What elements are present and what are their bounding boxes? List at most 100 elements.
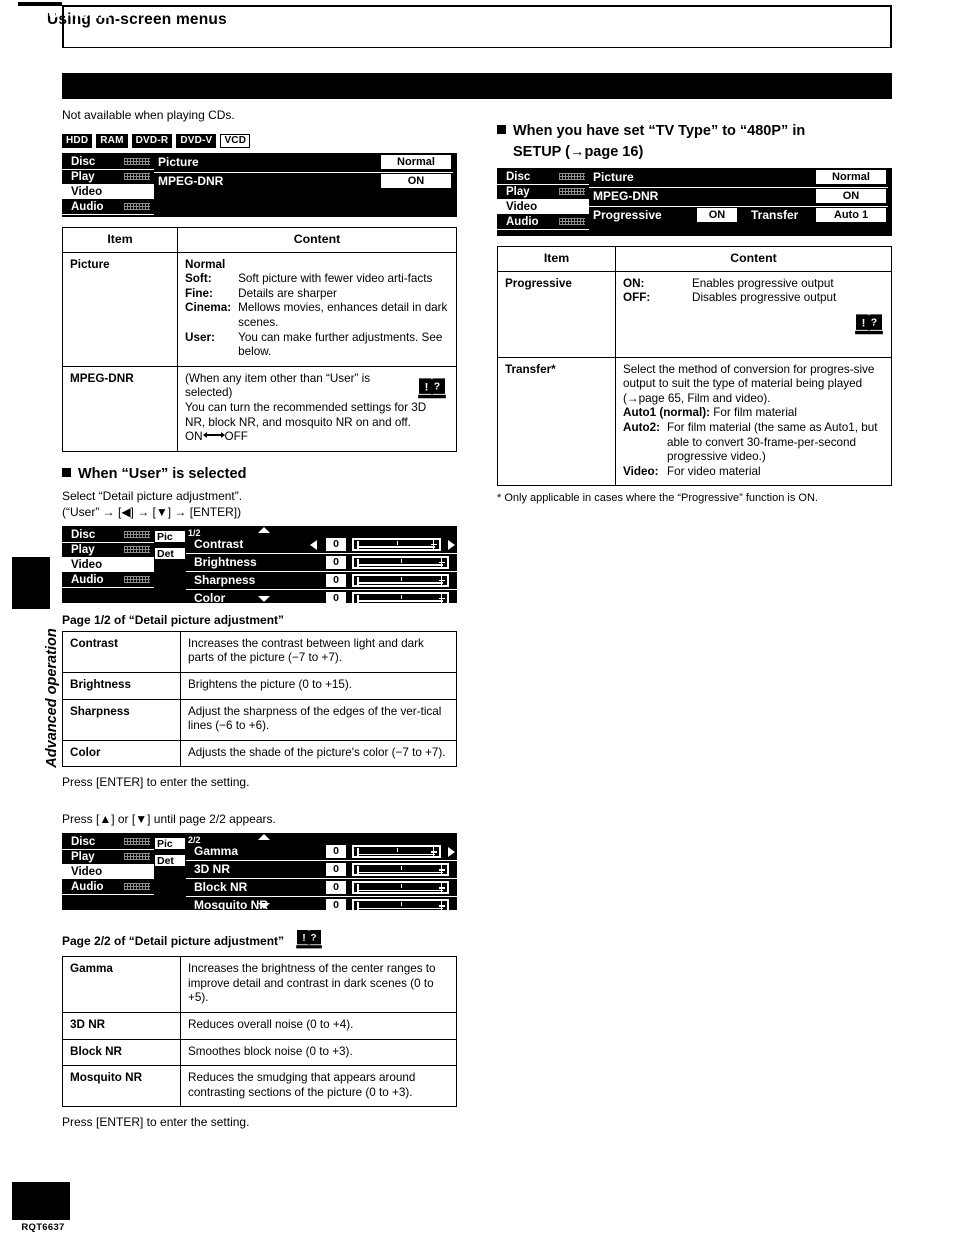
- svg-text:!: !: [862, 317, 866, 329]
- osd-mini-tab-picture[interactable]: Pic: [154, 529, 186, 543]
- option-off-term: OFF:: [623, 291, 651, 305]
- osd-tab-list: Disc Play Video Audio: [497, 168, 589, 230]
- osd-row-mpegdnr[interactable]: MPEG-DNR ON: [589, 189, 888, 207]
- option-auto1-term: Auto1 (normal):: [623, 406, 710, 420]
- transfer-intro: Select the method of conversion for prog…: [623, 362, 875, 405]
- osd-tab-disc[interactable]: Disc: [62, 835, 154, 851]
- option-video: Video: For video material: [623, 465, 884, 480]
- slider-track-brightness[interactable]: [352, 555, 449, 569]
- osd-tab-video[interactable]: Video: [62, 557, 154, 573]
- slider-row-color[interactable]: Color 0: [186, 591, 457, 607]
- osd-tab-audio[interactable]: Audio: [497, 215, 589, 230]
- osd-row-picture-value[interactable]: Normal: [381, 155, 451, 169]
- osd-tab-disc-label: Disc: [71, 836, 96, 849]
- square-bullet-icon: [62, 467, 71, 477]
- slider-track-gamma[interactable]: [352, 845, 441, 859]
- slider-label-3dnr: 3D NR: [194, 862, 231, 877]
- option-user-term: User:: [185, 330, 215, 344]
- osd-settings-list: Picture Normal MPEG-DNR ON: [154, 153, 457, 194]
- mpegdnr-toggle-on: ON: [185, 430, 203, 444]
- osd-tab-disc-label: Disc: [71, 156, 96, 168]
- osd-tab-disc[interactable]: Disc: [497, 170, 589, 185]
- osd-tab-audio[interactable]: Audio: [62, 880, 154, 896]
- slider-track-color[interactable]: [352, 591, 449, 605]
- increase-arrow-icon[interactable]: [448, 847, 455, 858]
- slider-label-brightness: Brightness: [194, 554, 257, 569]
- decrease-arrow-icon[interactable]: [310, 539, 317, 550]
- option-fine-desc: Details are sharper: [238, 286, 337, 300]
- osd-noise-speck: [559, 188, 585, 195]
- osd-tab-play[interactable]: Play: [62, 850, 154, 866]
- osd-tab-audio[interactable]: Audio: [62, 200, 154, 215]
- slider-row-brightness[interactable]: Brightness 0: [186, 555, 457, 572]
- osd-tab-play[interactable]: Play: [62, 170, 154, 185]
- option-soft-desc: Soft picture with fewer video arti-facts: [238, 272, 433, 286]
- slider-track-blocknr[interactable]: [352, 881, 449, 895]
- option-user: User: You can make further adjustments. …: [185, 331, 449, 360]
- slider-value-contrast: 0: [326, 537, 346, 551]
- row-item-progressive: Progressive: [497, 270, 616, 358]
- slider-row-mosquitonr[interactable]: Mosquito NR 0: [186, 898, 457, 914]
- osd-row-picture-value[interactable]: Normal: [816, 170, 886, 184]
- osd-row-progressive-value[interactable]: ON: [697, 208, 737, 222]
- option-fine-term: Fine:: [185, 286, 213, 300]
- osd-row-picture[interactable]: Picture Normal: [589, 170, 888, 188]
- osd-tab-video-label: Video: [71, 866, 103, 879]
- osd-row-mpegdnr-value[interactable]: ON: [816, 189, 886, 203]
- slider-row-sharpness[interactable]: Sharpness 0: [186, 573, 457, 590]
- osd-tab-video[interactable]: Video: [62, 185, 154, 200]
- scroll-up-arrow-icon[interactable]: [258, 526, 270, 533]
- slider-track-3dnr[interactable]: [352, 863, 449, 877]
- osd-row-transfer-label: Transfer: [751, 208, 799, 222]
- svg-text:!: !: [303, 933, 306, 944]
- square-bullet-icon: [497, 125, 506, 134]
- increase-arrow-icon[interactable]: [448, 539, 455, 550]
- osd-tab-disc[interactable]: Disc: [62, 528, 154, 543]
- osd-tab-play[interactable]: Play: [62, 543, 154, 558]
- osd-noise-speck: [124, 853, 150, 861]
- osd-tab-play[interactable]: Play: [497, 185, 589, 200]
- left-column: Not available when playing CDs. HDD RAM DV…: [62, 108, 457, 1136]
- slider-label-color: Color: [194, 590, 226, 605]
- table-row: Color Adjusts the shade of the picture's…: [62, 739, 457, 768]
- osd-mini-tab-detail[interactable]: Det: [154, 546, 186, 560]
- osd-row-mpegdnr[interactable]: MPEG-DNR ON: [154, 174, 453, 191]
- row-content-transfer: Select the method of conversion for prog…: [615, 356, 892, 487]
- table-row: Gamma Increases the brightness of the ce…: [62, 956, 457, 1014]
- page-number: 52: [17, 8, 41, 30]
- table-header-row: Item Content: [62, 227, 457, 253]
- slider-track-sharpness[interactable]: [352, 573, 449, 587]
- osd-tab-disc-label: Disc: [506, 171, 531, 183]
- slider-row-blocknr[interactable]: Block NR 0: [186, 880, 457, 898]
- row-desc-3dnr: Reduces overall noise (0 to +4).: [180, 1012, 457, 1040]
- osd-row-transfer-value[interactable]: Auto 1: [816, 208, 886, 222]
- option-auto2: Auto2: For film material (the same as Au…: [623, 421, 884, 465]
- slider-row-3dnr[interactable]: 3D NR 0: [186, 862, 457, 880]
- osd-tab-audio[interactable]: Audio: [62, 573, 154, 588]
- slider-track-mosquitonr[interactable]: [352, 899, 449, 913]
- osd-tab-video[interactable]: Video: [497, 200, 589, 215]
- slider-row-contrast[interactable]: Contrast 0: [186, 537, 457, 554]
- osd-detail-page1: Disc Play Video Audio Pic Det 1/2 Contra…: [62, 525, 457, 605]
- osd-noise-speck: [124, 838, 150, 846]
- osd-row-mpegdnr-value[interactable]: ON: [381, 174, 451, 188]
- right-column: When you have set “TV Type” to “480P” in…: [497, 122, 892, 505]
- option-soft: Soft: Soft picture with fewer video arti…: [185, 272, 449, 287]
- osd-mini-tab-detail[interactable]: Det: [154, 854, 186, 868]
- media-badge-row: HDD RAM DVD-R DVD-V VCD: [62, 130, 457, 148]
- table-header-row: Item Content: [497, 246, 892, 272]
- mpegdnr-toggle: ON OFF: [185, 430, 449, 445]
- slider-track-contrast[interactable]: [352, 537, 441, 551]
- progressive-icon-wrap: ! ?: [623, 310, 884, 336]
- osd-tab-list: Disc Play Video Audio: [62, 833, 154, 896]
- osd-noise-speck: [124, 203, 150, 210]
- scroll-up-arrow-icon[interactable]: [258, 834, 270, 841]
- slider-row-gamma[interactable]: Gamma 0: [186, 844, 457, 862]
- osd-row-progressive[interactable]: Progressive ON Transfer Auto 1: [589, 208, 888, 225]
- press-enter-note-1: Press [ENTER] to enter the setting.: [62, 775, 250, 790]
- svg-text:?: ?: [311, 933, 317, 944]
- osd-row-picture[interactable]: Picture Normal: [154, 155, 453, 173]
- osd-mini-tab-picture[interactable]: Pic: [154, 837, 186, 851]
- osd-tab-disc[interactable]: Disc: [62, 155, 154, 170]
- osd-tab-video[interactable]: Video: [62, 865, 154, 881]
